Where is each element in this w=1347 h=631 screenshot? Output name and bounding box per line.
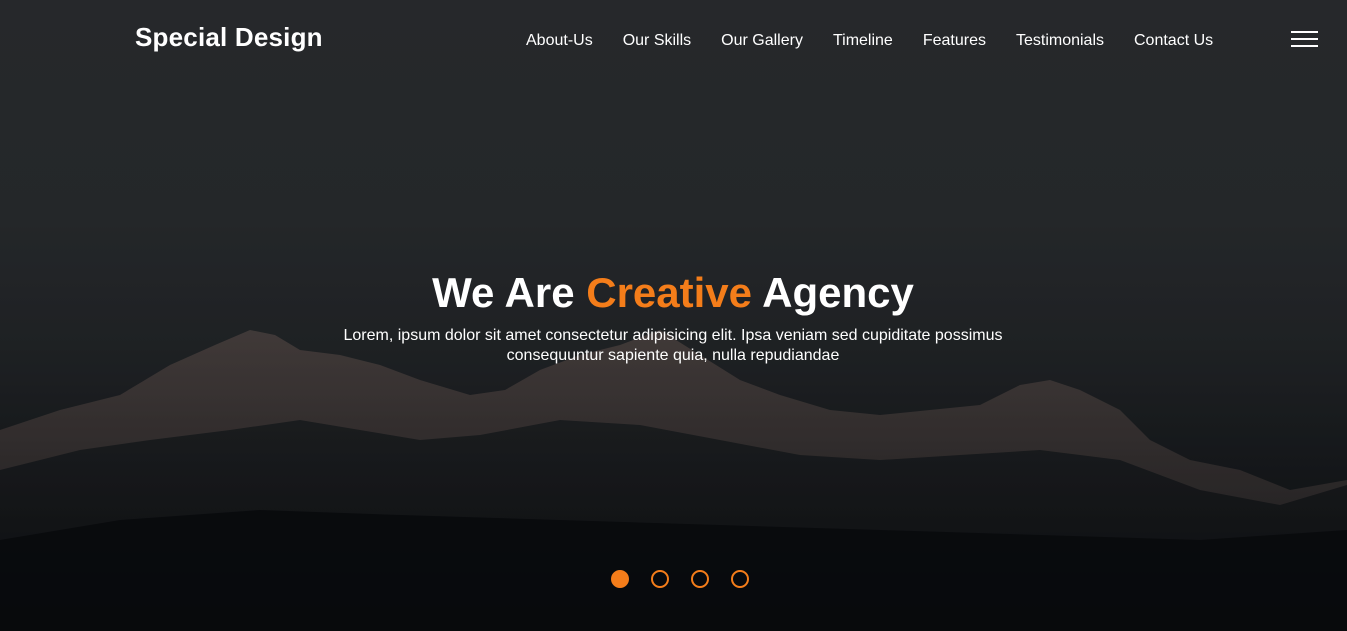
hero-title: We Are Creative Agency [323,266,1023,320]
slider-bullet-2[interactable] [651,570,669,588]
menu-line [1291,31,1318,33]
slider-bullet-3[interactable] [691,570,709,588]
hamburger-menu-icon[interactable] [1291,30,1318,48]
menu-line [1291,38,1318,40]
hero-title-accent: Creative [586,269,752,316]
hero-title-part2: Agency [752,269,914,316]
slider-bullet-4[interactable] [731,570,749,588]
intro-text: We Are Creative Agency Lorem, ipsum dolo… [323,266,1023,366]
nav-contact-us[interactable]: Contact Us [1119,28,1228,54]
nav-features[interactable]: Features [908,28,1001,54]
hero-paragraph: Lorem, ipsum dolor sit amet consectetur … [343,327,1003,364]
hero-title-part1: We Are [432,269,587,316]
nav-our-skills[interactable]: Our Skills [608,28,706,54]
nav-about-us[interactable]: About-Us [511,28,608,54]
nav-timeline[interactable]: Timeline [818,28,908,54]
nav-testimonials[interactable]: Testimonials [1001,28,1119,54]
hero-landing: Special Design About-Us Our Skills Our G… [0,0,1347,631]
menu-line [1291,45,1318,47]
nav-our-gallery[interactable]: Our Gallery [706,28,818,54]
site-header: Special Design About-Us Our Skills Our G… [0,0,1347,80]
slider-bullet-1[interactable] [611,570,629,588]
main-nav: About-Us Our Skills Our Gallery Timeline… [511,28,1228,54]
site-logo[interactable]: Special Design [135,22,323,53]
slider-bullets [611,570,749,590]
